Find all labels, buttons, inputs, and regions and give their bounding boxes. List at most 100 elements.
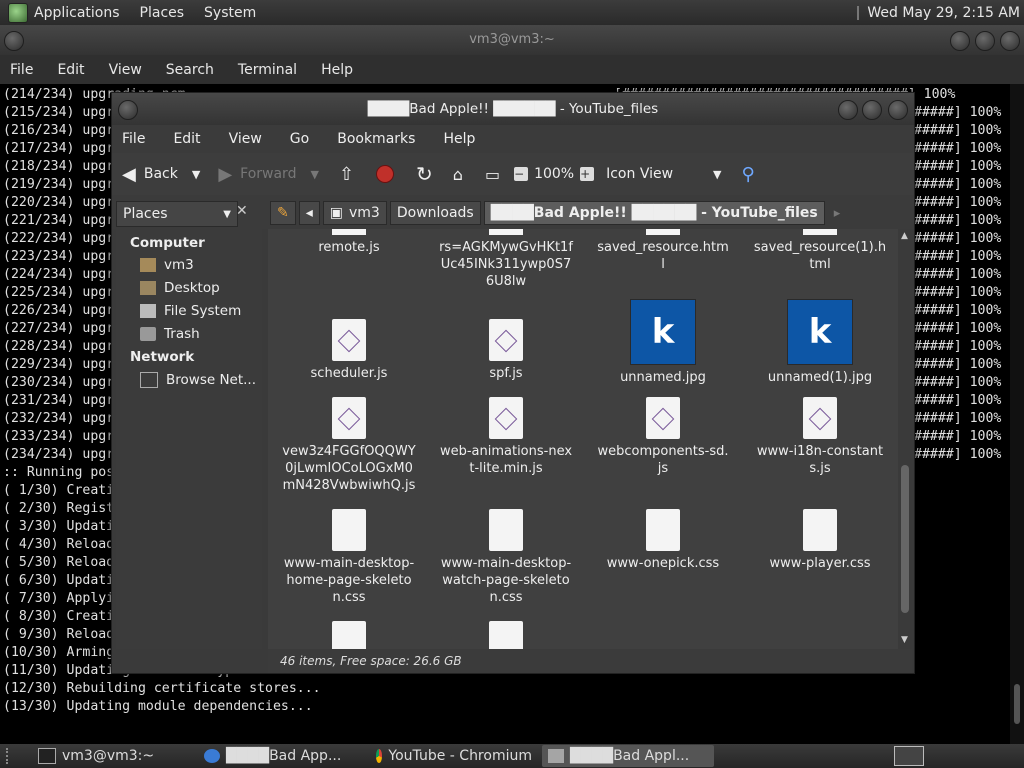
file-item[interactable]: web-animations-next-lite.min.js <box>431 397 581 477</box>
fm-menu-go[interactable]: Go <box>290 131 309 147</box>
search-icon[interactable]: ⚲ <box>742 164 755 185</box>
terminal-scrollbar[interactable] <box>1010 84 1024 744</box>
task-bad-apple-files[interactable]: ████Bad Appl... <box>542 745 714 767</box>
terminal-menu-view[interactable]: View <box>109 62 142 78</box>
zoom-level[interactable]: 100% <box>534 166 574 182</box>
sidebar-item-filesystem[interactable]: File System <box>140 303 241 319</box>
forward-button[interactable]: ▶ Forward ▼ <box>218 164 319 185</box>
terminal-minimize-button[interactable] <box>950 31 970 51</box>
fm-minimize-button[interactable] <box>838 100 858 120</box>
terminal-menu-search[interactable]: Search <box>166 62 214 78</box>
computer-icon[interactable]: ▭ <box>485 165 500 184</box>
js-file-icon <box>489 319 523 361</box>
zoom-out-icon[interactable]: − <box>514 167 529 181</box>
workspace-switcher[interactable] <box>894 746 924 766</box>
terminal-titlebar[interactable]: vm3@vm3:~ <box>0 25 1024 55</box>
close-sidebar-icon[interactable]: ✕ <box>236 203 248 219</box>
file-item[interactable]: www-main-desktop-home-page-skeleton.css <box>274 509 424 606</box>
sidebar-item-vm3[interactable]: vm3 <box>140 257 194 273</box>
stop-icon[interactable] <box>376 165 395 183</box>
file-item[interactable]: saved_resource(1).html <box>745 229 895 273</box>
file-item[interactable]: www-main-desktop-watch-page-skeleton.css <box>431 509 581 606</box>
file-item[interactable]: saved_resource.html <box>588 229 738 273</box>
sidebar-item-trash[interactable]: Trash <box>140 326 200 342</box>
view-mode-dropdown-icon: ▼ <box>713 167 722 181</box>
file-manager-titlebar[interactable]: ████Bad Apple!! ██████ - YouTube_files <box>112 93 914 125</box>
menu-places[interactable]: Places <box>140 5 185 21</box>
file-item[interactable]: www-i18n-constants.js <box>745 397 895 477</box>
file-item[interactable]: k unnamed(1).jpg <box>745 299 895 386</box>
reload-icon[interactable]: ↻ <box>416 162 433 186</box>
task-terminal[interactable]: vm3@vm3:~ <box>32 745 194 767</box>
distro-logo-icon[interactable] <box>8 2 28 23</box>
terminal-close-button[interactable] <box>1000 31 1020 51</box>
path-segment-downloads[interactable]: Downloads <box>389 201 481 225</box>
zoom-in-icon[interactable]: + <box>580 167 595 181</box>
terminal-menu-help[interactable]: Help <box>321 62 353 78</box>
fm-menu-bookmarks[interactable]: Bookmarks <box>337 131 415 147</box>
file-item[interactable]: scheduler.js <box>274 319 424 382</box>
scroll-down-icon[interactable]: ▼ <box>901 635 908 645</box>
terminal-window-menu-button[interactable] <box>4 31 24 51</box>
forward-history-dropdown-icon[interactable]: ▼ <box>310 168 318 181</box>
task-youtube-chromium[interactable]: YouTube - Chromium <box>370 745 538 767</box>
terminal-maximize-button[interactable] <box>975 31 995 51</box>
file-item[interactable]: www-player.css <box>745 509 895 572</box>
fm-menu-edit[interactable]: Edit <box>173 131 200 147</box>
icon-view-scrollbar-thumb[interactable] <box>901 465 909 613</box>
up-arrow-icon[interactable]: ⇧ <box>339 164 354 185</box>
file-item[interactable]: rs=AGKMywGvHKt1fUc45INk311ywp0S76U8lw <box>431 229 581 290</box>
fm-menu-help[interactable]: Help <box>443 131 475 147</box>
terminal-line: ( 6/30) Updati <box>3 573 115 588</box>
edit-location-button[interactable]: ✎ <box>270 201 296 225</box>
terminal-progress-bar-text: #####] 100% <box>914 231 1002 246</box>
path-segment-current[interactable]: ████Bad Apple!! ██████ - YouTube_files <box>483 201 825 225</box>
js-file-icon[interactable] <box>332 621 366 649</box>
path-scroll-right-icon[interactable]: ▸ <box>834 206 841 221</box>
js-file-icon[interactable] <box>489 621 523 649</box>
menu-system[interactable]: System <box>204 5 256 21</box>
file-item[interactable]: spf.js <box>431 319 581 382</box>
terminal-menu-file[interactable]: File <box>10 62 33 78</box>
fm-close-button[interactable] <box>888 100 908 120</box>
fm-window-menu-button[interactable] <box>118 100 138 120</box>
icon-view-scrollbar[interactable]: ▲ ▼ <box>898 229 912 649</box>
terminal-progress-bar-text: #####] 100% <box>914 321 1002 336</box>
path-scroll-left-button[interactable]: ◂ <box>298 201 320 225</box>
fm-menu-file[interactable]: File <box>122 131 145 147</box>
fm-menu-view[interactable]: View <box>229 131 262 147</box>
task-bad-apple-1[interactable]: ████Bad App... <box>198 745 366 767</box>
back-button[interactable]: ◀ Back ▼ <box>122 164 200 185</box>
back-history-dropdown-icon[interactable]: ▼ <box>192 168 200 181</box>
file-item[interactable]: vew3z4FGGfOQQWY0jLwmIOCoLOGxM0mN428Vwbwi… <box>274 397 424 494</box>
menu-applications[interactable]: Applications <box>34 5 120 21</box>
terminal-line: ( 2/30) Regist <box>3 501 115 516</box>
home-folder-icon <box>140 258 156 272</box>
file-item[interactable]: k unnamed.jpg <box>588 299 738 386</box>
view-mode-select[interactable]: Icon View ▼ <box>606 166 721 182</box>
file-item[interactable]: webcomponents-sd.js <box>588 397 738 477</box>
terminal-scrollbar-thumb[interactable] <box>1014 684 1020 724</box>
terminal-menu-edit[interactable]: Edit <box>57 62 84 78</box>
terminal-line: (215/234) upgr <box>3 105 115 120</box>
icon-view[interactable]: remote.js rs=AGKMywGvHKt1fUc45INk311ywp0S… <box>268 229 898 649</box>
desktop-folder-icon <box>140 281 156 295</box>
trash-icon <box>140 327 156 341</box>
path-segment-vm3[interactable]: ▣ vm3 <box>322 201 387 225</box>
fm-maximize-button[interactable] <box>862 100 882 120</box>
terminal-line: (231/234) upgr <box>3 393 115 408</box>
terminal-icon <box>38 748 56 764</box>
terminal-progress-bar-text: #####] 100% <box>914 249 1002 264</box>
file-item[interactable]: www-onepick.css <box>588 509 738 572</box>
places-combo[interactable]: Places ▼ <box>116 201 238 227</box>
chromium-icon <box>376 749 383 763</box>
home-icon[interactable]: ⌂ <box>453 165 463 184</box>
scroll-up-icon[interactable]: ▲ <box>901 231 908 241</box>
file-item[interactable]: remote.js <box>274 229 424 256</box>
clock[interactable]: Wed May 29, 2:15 AM <box>867 5 1020 21</box>
sidebar-item-desktop[interactable]: Desktop <box>140 280 220 296</box>
sidebar-item-browse-network[interactable]: Browse Net... <box>140 372 256 388</box>
terminal-menu-terminal[interactable]: Terminal <box>238 62 297 78</box>
file-name: webcomponents-sd.js <box>597 444 729 476</box>
terminal-progress-bar-text: #####] 100% <box>914 123 1002 138</box>
